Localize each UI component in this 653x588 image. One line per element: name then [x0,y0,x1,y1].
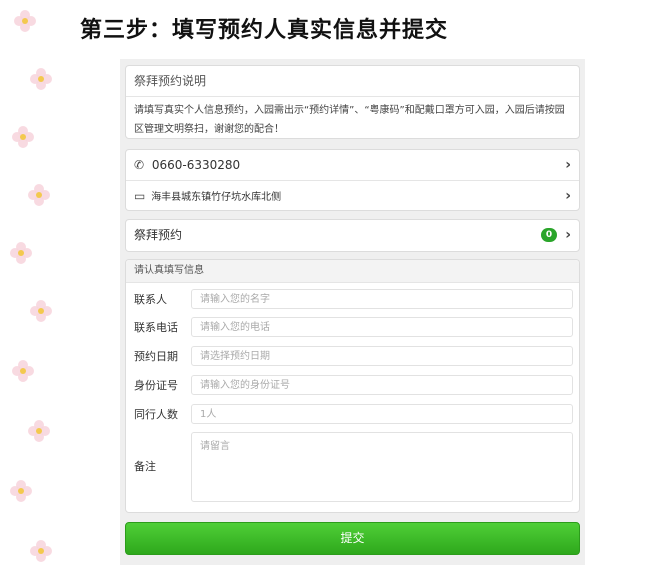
chevron-right-icon: › [565,157,571,173]
companions-input[interactable]: 1人 [191,404,573,424]
chevron-right-icon: › [565,188,571,204]
form-row-id: 身份证号 请输入您的身份证号 [126,375,579,397]
booking-row[interactable]: 祭拜预约 0 › [126,220,579,251]
address-row[interactable]: ▭ 海丰县城东镇竹仔坑水库北侧 › [126,180,579,211]
flower-decoration [0,0,60,588]
flower-icon [12,360,34,382]
name-input[interactable]: 请输入您的名字 [191,289,573,309]
booking-count-badge: 0 [541,228,557,242]
flower-icon [12,126,34,148]
field-label: 预约日期 [134,350,178,363]
id-number-input[interactable]: 请输入您的身份证号 [191,375,573,395]
field-label: 联系电话 [134,321,178,334]
booking-card[interactable]: 祭拜预约 0 › [125,219,580,252]
info-form: 请认真填写信息 联系人 请输入您的名字 联系电话 请输入您的电话 预约日期 请选… [125,259,580,513]
field-label: 身份证号 [134,379,178,392]
form-row-companions: 同行人数 1人 [126,404,579,426]
address-text: 海丰县城东镇竹仔坑水库北侧 [151,192,282,203]
field-label: 联系人 [134,293,167,306]
phone-number: 0660-6330280 [151,158,241,172]
flower-icon [28,420,50,442]
flower-icon [30,68,52,90]
step-title: 第三步：填写预约人真实信息并提交 [80,18,449,43]
form-row-contact-name: 联系人 请输入您的名字 [126,289,579,311]
form-section-title: 请认真填写信息 [126,260,579,283]
remark-textarea[interactable]: 请留言 [191,432,573,502]
form-row-remark: 备注 请留言 [126,432,579,504]
chevron-right-icon: › [565,227,571,243]
form-row-date: 预约日期 请选择预约日期 [126,346,579,368]
notice-title: 祭拜预约说明 [126,66,579,97]
field-label: 备注 [134,460,156,473]
phone-input[interactable]: 请输入您的电话 [191,317,573,337]
phone-icon: ✆ [134,158,145,172]
notice-card: 祭拜预约说明 请填写真实个人信息预约，入园需出示“预约详情”、“粤康码”和配戴口… [125,65,580,139]
date-input[interactable]: 请选择预约日期 [191,346,573,366]
booking-label: 祭拜预约 [134,228,183,242]
contact-card: ✆ 0660-6330280 › ▭ 海丰县城东镇竹仔坑水库北侧 › [125,149,580,211]
flower-icon [30,540,52,562]
phone-row[interactable]: ✆ 0660-6330280 › [126,150,579,180]
map-icon: ▭ [134,189,146,203]
booking-panel: 祭拜预约说明 请填写真实个人信息预约，入园需出示“预约详情”、“粤康码”和配戴口… [120,59,585,565]
form-row-phone: 联系电话 请输入您的电话 [126,317,579,339]
flower-icon [28,184,50,206]
flower-icon [14,10,36,32]
flower-icon [30,300,52,322]
flower-icon [10,480,32,502]
flower-icon [10,242,32,264]
submit-button[interactable]: 提交 [125,522,580,555]
notice-body: 请填写真实个人信息预约，入园需出示“预约详情”、“粤康码”和配戴口罩方可入园，入… [134,105,565,135]
field-label: 同行人数 [134,408,178,421]
